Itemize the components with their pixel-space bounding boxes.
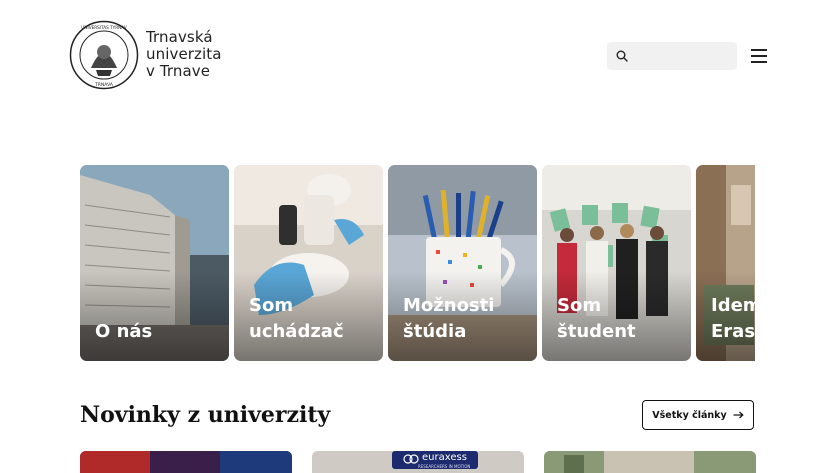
card-label: Idem Eras (711, 293, 755, 345)
all-articles-label: Všetky články (652, 409, 727, 421)
search-icon (616, 50, 628, 62)
card-moznosti-studia[interactable]: Možnosti štúdia (388, 165, 537, 361)
news-article-thumbnail[interactable] (544, 451, 756, 473)
card-som-uchadzac[interactable]: Som uchádzač (234, 165, 383, 361)
card-label-line1: O nás (95, 321, 153, 342)
card-o-nas[interactable]: O nás (80, 165, 229, 361)
menu-bar (751, 60, 767, 63)
card-label-line2: študent (557, 321, 636, 342)
card-label-line1: Som (249, 295, 294, 316)
brand-line-1: Trnavská (146, 28, 213, 46)
search-input[interactable] (607, 42, 737, 70)
card-label: Som uchádzač (249, 293, 344, 345)
card-label: Som študent (557, 293, 636, 345)
euraxess-logo-text: euraxess (422, 452, 467, 463)
card-label-line1: Možnosti (403, 295, 495, 316)
all-articles-button[interactable]: Všetky články (642, 400, 754, 430)
hamburger-menu-button[interactable] (751, 49, 767, 63)
brand-line-3: v Trnave (146, 62, 211, 80)
news-article-thumbnail[interactable]: euraxess RESEARCHERS IN MOTION (312, 451, 524, 473)
card-label-line2: štúdia (403, 321, 467, 342)
card-label: O nás (95, 319, 152, 345)
menu-bar (751, 54, 767, 57)
card-label-line2: Eras (711, 321, 755, 342)
university-seal-logo[interactable]: UNIVERSITAS TYRNAV TRNAVA (69, 20, 139, 90)
brand-line-2: univerzita (146, 45, 222, 63)
card-idem-erasmus[interactable]: Idem Eras (696, 165, 755, 361)
svg-text:TRNAVA: TRNAVA (94, 82, 114, 88)
news-article-thumbnail[interactable] (80, 451, 292, 473)
card-label: Možnosti štúdia (403, 293, 494, 345)
news-section-title: Novinky z univerzity (80, 402, 331, 428)
card-som-student[interactable]: Som študent (542, 165, 691, 361)
svg-text:UNIVERSITAS TYRNAV: UNIVERSITAS TYRNAV (81, 25, 127, 30)
card-label-line1: Idem (711, 295, 755, 316)
news-image (544, 451, 756, 473)
arrow-right-icon (733, 411, 744, 419)
card-shade (80, 271, 229, 361)
news-image (80, 451, 292, 473)
category-carousel[interactable]: O nás Som uchádzač Možnosti štúdia Som š… (80, 165, 755, 361)
menu-bar (751, 49, 767, 51)
card-label-line1: Som (557, 295, 602, 316)
news-image (312, 451, 524, 473)
university-name[interactable]: Trnavská univerzita v Trnave (146, 29, 222, 80)
card-label-line2: uchádzač (249, 321, 344, 342)
euraxess-logo-subtext: RESEARCHERS IN MOTION (418, 464, 471, 469)
